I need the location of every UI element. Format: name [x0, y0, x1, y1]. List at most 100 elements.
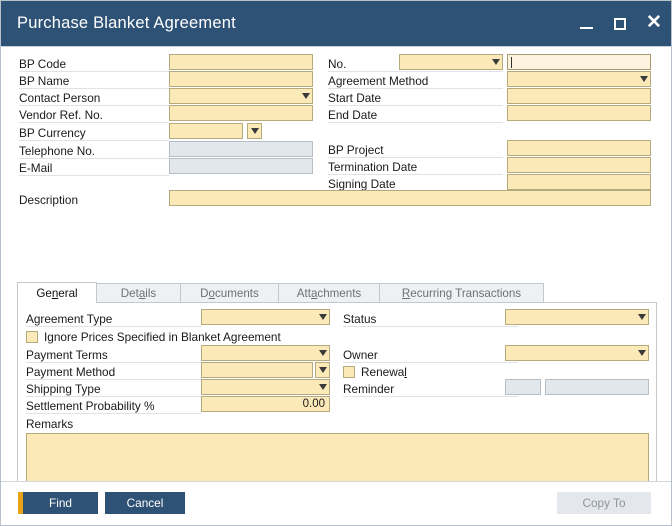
label-renewal: Renewal	[361, 364, 407, 379]
combo-contact-person[interactable]	[169, 88, 313, 104]
label-bp-code-row: BP Code	[19, 55, 169, 72]
copy-to-button-label: Copy To	[582, 496, 626, 510]
label-description: Description	[19, 193, 79, 207]
cancel-button[interactable]: Cancel	[105, 492, 185, 514]
dropdown-button-bp-currency[interactable]	[247, 123, 262, 139]
input-bp-project[interactable]	[507, 140, 651, 156]
tab-attachments-label: Attachments	[296, 287, 362, 300]
label-reminder-row: Reminder	[343, 380, 518, 397]
chevron-down-icon	[319, 384, 327, 390]
tab-documents-label: Documents	[200, 287, 259, 300]
tab-strip: General Details Documents Attachments Re…	[17, 282, 544, 303]
find-button[interactable]: Find	[18, 492, 98, 514]
label-agreement-method-row: Agreement Method	[328, 72, 503, 89]
window-body: BP Code BP Name Contact Person Vendor Re…	[1, 46, 671, 525]
maximize-button[interactable]	[603, 1, 637, 46]
chevron-down-icon	[638, 314, 646, 320]
tab-general-label: General	[36, 286, 78, 300]
input-telephone-no	[169, 141, 313, 157]
label-vendor-ref-no: Vendor Ref. No.	[19, 108, 103, 122]
close-icon: ✕	[646, 12, 662, 33]
label-shipping-type: Shipping Type	[26, 382, 101, 396]
label-end-date-row: End Date	[328, 106, 503, 123]
label-settlement-probability-row: Settlement Probability %	[26, 397, 201, 414]
label-status: Status	[343, 312, 377, 326]
chevron-down-icon	[302, 93, 310, 99]
input-description[interactable]	[169, 190, 651, 206]
input-bp-currency[interactable]	[169, 123, 243, 139]
input-reminder-count	[505, 379, 541, 395]
combo-no-series[interactable]	[399, 54, 503, 70]
find-button-label: Find	[49, 496, 72, 510]
label-bp-project-row: BP Project	[328, 141, 503, 158]
checkbox-renewal[interactable]	[343, 365, 355, 378]
chevron-down-icon	[319, 350, 327, 356]
combo-agreement-method[interactable]	[507, 71, 651, 87]
checkbox-row-ignore-prices[interactable]: Ignore Prices Specified in Blanket Agree…	[26, 328, 326, 345]
cancel-button-label: Cancel	[126, 496, 164, 510]
label-bp-currency: BP Currency	[19, 126, 86, 140]
tab-details[interactable]: Details	[97, 283, 181, 303]
label-agreement-method: Agreement Method	[328, 74, 429, 88]
label-termination-date: Termination Date	[328, 160, 418, 174]
combo-shipping-type[interactable]	[201, 379, 330, 395]
combo-status[interactable]	[505, 309, 649, 325]
label-bp-code: BP Code	[19, 57, 67, 71]
text-cursor	[511, 57, 512, 68]
label-start-date: Start Date	[328, 91, 382, 105]
chevron-down-icon	[250, 128, 259, 134]
label-shipping-type-row: Shipping Type	[26, 380, 201, 397]
label-payment-terms-row: Payment Terms	[26, 346, 201, 363]
label-start-date-row: Start Date	[328, 89, 503, 106]
label-reminder: Reminder	[343, 382, 395, 396]
chevron-down-icon	[319, 314, 327, 320]
checkbox-row-renewal[interactable]: Renewal	[343, 363, 523, 380]
input-termination-date[interactable]	[507, 157, 651, 173]
window-footer: Find Cancel Copy To	[1, 481, 671, 525]
combo-agreement-type[interactable]	[201, 309, 330, 325]
input-payment-method[interactable]	[201, 362, 313, 378]
window-title: Purchase Blanket Agreement	[17, 14, 236, 32]
input-end-date[interactable]	[507, 105, 651, 121]
label-telephone-no: Telephone No.	[19, 144, 96, 158]
label-telephone-no-row: Telephone No.	[19, 142, 169, 159]
label-agreement-type-row: Agreement Type	[26, 310, 201, 327]
copy-to-button: Copy To	[557, 492, 651, 514]
input-bp-code[interactable]	[169, 54, 313, 70]
label-remarks: Remarks	[26, 417, 74, 431]
input-no[interactable]	[507, 54, 651, 70]
chevron-down-icon	[492, 59, 500, 65]
label-termination-date-row: Termination Date	[328, 158, 503, 175]
combo-owner[interactable]	[505, 345, 649, 361]
label-bp-project: BP Project	[328, 143, 384, 157]
label-payment-method-row: Payment Method	[26, 363, 201, 380]
dropdown-button-payment-method[interactable]	[315, 362, 330, 378]
chevron-down-icon	[640, 76, 648, 82]
purchase-blanket-agreement-window: Purchase Blanket Agreement ✕ BP Code BP …	[0, 0, 672, 526]
label-contact-person: Contact Person	[19, 91, 101, 105]
maximize-icon	[614, 17, 626, 30]
label-bp-name: BP Name	[19, 74, 70, 88]
label-no: No.	[328, 57, 347, 71]
tab-recurring-transactions[interactable]: Recurring Transactions	[380, 283, 544, 303]
label-agreement-type: Agreement Type	[26, 312, 113, 326]
input-settlement-probability[interactable]: 0.00	[201, 396, 330, 412]
close-button[interactable]: ✕	[637, 1, 671, 46]
input-reminder-unit	[545, 379, 649, 395]
minimize-button[interactable]	[569, 1, 603, 46]
tab-general[interactable]: General	[17, 282, 97, 303]
tab-documents[interactable]: Documents	[181, 283, 279, 303]
input-signing-date[interactable]	[507, 174, 651, 190]
label-signing-date: Signing Date	[328, 177, 396, 191]
label-ignore-prices: Ignore Prices Specified in Blanket Agree…	[44, 329, 281, 344]
label-end-date: End Date	[328, 108, 378, 122]
minimize-icon	[579, 27, 593, 29]
input-vendor-ref-no[interactable]	[169, 105, 313, 121]
tab-attachments[interactable]: Attachments	[279, 283, 380, 303]
label-settlement-probability: Settlement Probability %	[26, 399, 155, 413]
checkbox-ignore-prices[interactable]	[26, 330, 38, 343]
combo-payment-terms[interactable]	[201, 345, 330, 361]
input-start-date[interactable]	[507, 88, 651, 104]
label-bp-name-row: BP Name	[19, 72, 169, 89]
input-bp-name[interactable]	[169, 71, 313, 87]
